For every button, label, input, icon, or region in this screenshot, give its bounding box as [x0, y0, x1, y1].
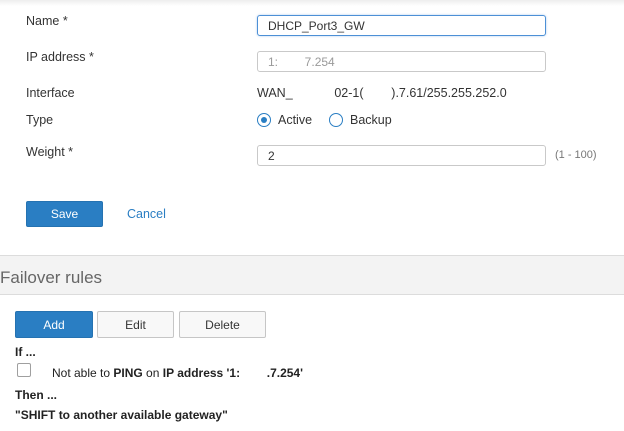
then-label: Then ... [15, 388, 57, 402]
save-button[interactable]: Save [26, 201, 103, 227]
section-title: Failover rules [0, 268, 103, 287]
weight-label: Weight * [26, 145, 74, 159]
rule-condition: Not able to PING on IP address '1: .7.25… [52, 366, 303, 380]
weight-input[interactable] [257, 145, 546, 166]
type-radio-backup[interactable]: Backup [329, 113, 392, 127]
delete-rule-button[interactable]: Delete [179, 311, 266, 338]
rule-ping-keyword: PING [113, 366, 143, 380]
radio-unselected-icon [329, 113, 343, 127]
rule-action: "SHIFT to another available gateway" [15, 408, 228, 422]
interface-value: WAN_ 02-1( ).7.61/255.255.252.0 [257, 86, 507, 100]
interface-label: Interface [26, 86, 75, 100]
weight-range-hint: (1 - 100) [555, 149, 597, 161]
ip-address-label: IP address * [26, 50, 94, 64]
add-rule-button[interactable]: Add [15, 311, 93, 338]
radio-selected-icon [257, 113, 271, 127]
name-input[interactable] [257, 15, 546, 36]
name-label: Name * [26, 14, 68, 28]
failover-section-header: Failover rules [0, 255, 624, 295]
type-radio-backup-label: Backup [350, 113, 392, 127]
rule-ip-address: IP address '1: .7.254' [162, 366, 303, 380]
cancel-button[interactable]: Cancel [127, 207, 166, 221]
rule-checkbox[interactable] [17, 363, 31, 377]
type-label: Type [26, 113, 54, 127]
if-label: If ... [15, 345, 36, 359]
rule-condition-prefix: Not able to [52, 366, 114, 380]
rule-condition-on: on [142, 366, 163, 380]
edit-rule-button[interactable]: Edit [97, 311, 174, 338]
type-radio-active-label: Active [278, 113, 313, 127]
ip-address-input[interactable] [257, 51, 546, 72]
top-edge [0, 0, 624, 6]
type-radio-active[interactable]: Active [257, 113, 312, 127]
